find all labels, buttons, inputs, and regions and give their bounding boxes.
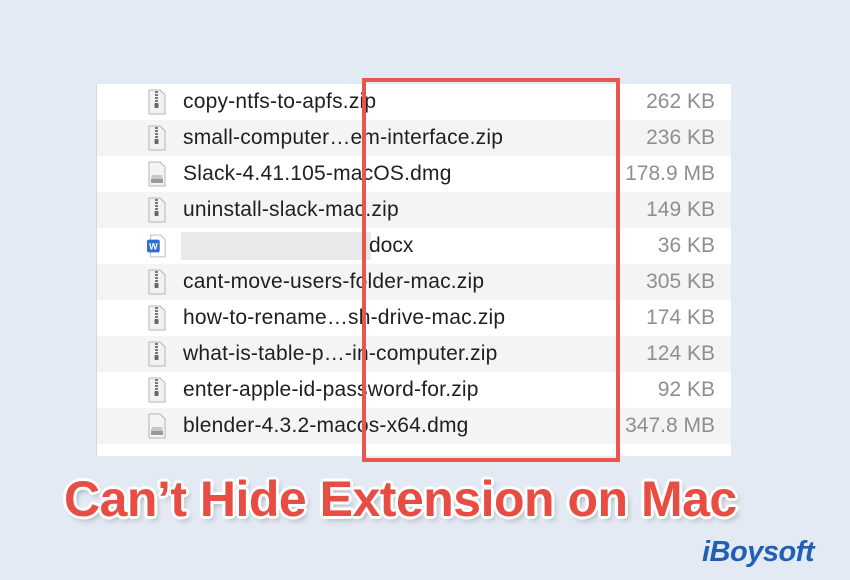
file-size: 178.9 MB bbox=[625, 162, 715, 185]
file-name: how-to-rename…sh-drive-mac.zip bbox=[183, 306, 506, 329]
file-row[interactable]: enter-apple-id-password-for.zip 92 KB bbox=[97, 372, 731, 408]
dmg-icon bbox=[148, 413, 166, 439]
zip-icon bbox=[148, 125, 166, 151]
file-row[interactable]: small-computer…em-interface.zip 236 KB bbox=[97, 120, 731, 156]
file-size: 305 KB bbox=[646, 270, 715, 293]
file-size: 149 KB bbox=[646, 198, 715, 221]
file-row[interactable]: how-to-rename…sh-drive-mac.zip 174 KB bbox=[97, 300, 731, 336]
file-row[interactable]: copy-ntfs-to-apfs.zip 262 KB bbox=[97, 84, 731, 120]
file-name: Slack-4.41.105-macOS.dmg bbox=[183, 162, 452, 185]
zip-icon bbox=[148, 305, 166, 331]
file-size: 124 KB bbox=[646, 342, 715, 365]
file-row[interactable]: uninstall-slack-mac.zip 149 KB bbox=[97, 192, 731, 228]
file-size: 236 KB bbox=[646, 126, 715, 149]
file-size: 262 KB bbox=[646, 90, 715, 113]
file-name: cant-move-users-folder-mac.zip bbox=[183, 270, 485, 293]
redacted-filename bbox=[181, 232, 371, 260]
file-name: blender-4.3.2-macos-x64.dmg bbox=[183, 414, 469, 437]
screenshot-stage: copy-ntfs-to-apfs.zip 262 KB small-compu… bbox=[0, 0, 850, 580]
file-name: small-computer…em-interface.zip bbox=[183, 126, 504, 149]
file-row[interactable]: blender-4.3.2-macos-x64.dmg 347.8 MB bbox=[97, 408, 731, 444]
dmg-icon bbox=[148, 161, 166, 187]
zip-icon bbox=[148, 269, 166, 295]
file-name: enter-apple-id-password-for.zip bbox=[183, 378, 479, 401]
file-row[interactable]: cant-move-users-folder-mac.zip 305 KB bbox=[97, 264, 731, 300]
file-name: docx bbox=[369, 234, 414, 257]
file-row[interactable]: W docx 36 KB bbox=[97, 228, 731, 264]
file-size: 174 KB bbox=[646, 306, 715, 329]
zip-icon bbox=[148, 377, 166, 403]
finder-file-list: copy-ntfs-to-apfs.zip 262 KB small-compu… bbox=[96, 84, 731, 456]
file-row[interactable]: what-is-table-p…-in-computer.zip 124 KB bbox=[97, 336, 731, 372]
zip-icon bbox=[148, 89, 166, 115]
zip-icon bbox=[148, 341, 166, 367]
file-row[interactable]: Slack-4.41.105-macOS.dmg 178.9 MB bbox=[97, 156, 731, 192]
file-name: uninstall-slack-mac.zip bbox=[183, 198, 399, 221]
file-row-partial bbox=[97, 444, 731, 456]
zip-icon bbox=[148, 197, 166, 223]
file-size: 92 KB bbox=[657, 378, 715, 401]
svg-text:W: W bbox=[149, 242, 158, 252]
file-name: copy-ntfs-to-apfs.zip bbox=[183, 90, 377, 113]
brand-logo: iBoysoft bbox=[702, 536, 815, 568]
file-name: what-is-table-p…-in-computer.zip bbox=[183, 342, 498, 365]
headline: Can’t Hide Extension on Mac bbox=[64, 471, 737, 527]
file-size: 347.8 MB bbox=[625, 414, 715, 437]
file-size: 36 KB bbox=[657, 234, 715, 257]
word-doc-icon: W bbox=[147, 234, 166, 258]
